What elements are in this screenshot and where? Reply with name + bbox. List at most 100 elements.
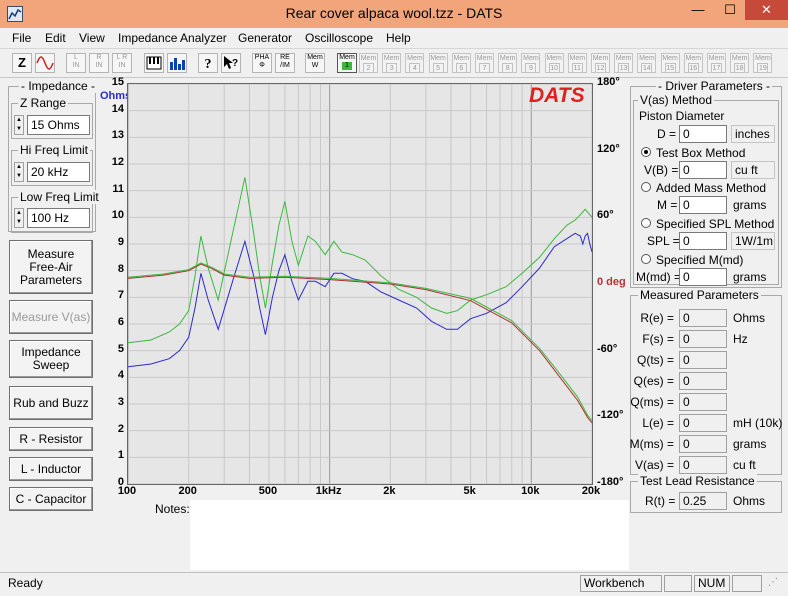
capacitor-button[interactable]: C - Capacitor	[9, 487, 93, 511]
resistor-button[interactable]: R - Resistor	[9, 427, 93, 451]
measure-free-air-button[interactable]: Measure Free-Air Parameters	[9, 240, 93, 294]
rt-field[interactable]: 0.25	[679, 492, 727, 510]
spl-field[interactable]: 0	[679, 232, 727, 250]
mem-slot-17-button[interactable]: Mem 17	[707, 53, 726, 73]
menu-oscilloscope[interactable]: Oscilloscope	[305, 31, 373, 45]
z-range-field[interactable]: 15 Ohms	[27, 115, 90, 135]
mmd-label: M(md) =	[636, 270, 681, 284]
mem-slot-14-button[interactable]: Mem 14	[637, 53, 657, 73]
menu-edit[interactable]: Edit	[45, 31, 66, 45]
notes-textarea[interactable]	[190, 500, 629, 570]
added-mass-label[interactable]: Added Mass Method	[656, 181, 766, 195]
z-range-spinner[interactable]: ▲ ▼	[14, 115, 24, 135]
mem-slot-7-button[interactable]: Mem 7	[475, 53, 494, 73]
test-box-radio[interactable]	[641, 147, 651, 157]
mmd-field[interactable]: 0	[679, 268, 727, 286]
specified-spl-radio[interactable]	[641, 218, 651, 228]
low-freq-field[interactable]: 100 Hz	[27, 208, 90, 228]
impedance-plot[interactable]	[127, 83, 593, 485]
impedance-mode-button[interactable]: Z	[12, 53, 32, 73]
svg-text:?: ?	[205, 57, 212, 72]
d-label: D =	[657, 127, 677, 141]
piano-button[interactable]	[144, 53, 164, 73]
minimize-button[interactable]: —	[683, 0, 713, 20]
svg-text:?: ?	[232, 58, 238, 69]
specified-mmd-radio[interactable]	[641, 254, 651, 264]
impedance-sweep-button[interactable]: Impedance Sweep	[9, 340, 93, 378]
mem-slot-6-button[interactable]: Mem 6	[451, 53, 471, 73]
measured-value-field[interactable]: 0	[679, 393, 727, 411]
mem-slot-8-button[interactable]: Mem 8	[498, 53, 518, 73]
x-tick-label: 200	[178, 485, 197, 497]
sine-wave-button[interactable]	[35, 53, 55, 73]
mem-w-button[interactable]: Mem W	[305, 53, 325, 73]
close-button[interactable]: ✕	[745, 0, 788, 20]
x-tick-label: 10k	[521, 485, 540, 497]
mem-slot-4-button[interactable]: Mem 4	[405, 53, 425, 73]
measured-value-field[interactable]: 0	[679, 351, 727, 369]
spl-unit[interactable]: 1W/1m	[731, 232, 775, 250]
measured-label: Q(ms) =	[630, 395, 674, 409]
bar-graph-button[interactable]	[167, 53, 187, 73]
right-in-button[interactable]: R IN	[89, 53, 109, 73]
mem-slot-19-button[interactable]: Mem 19	[753, 53, 773, 73]
mem-slot-10-button[interactable]: Mem 10	[544, 53, 564, 73]
hi-freq-spinner[interactable]: ▲ ▼	[14, 162, 24, 182]
mem-slot-18-button[interactable]: Mem 18	[730, 53, 750, 73]
y-tick-label: 7	[117, 289, 124, 302]
d-field[interactable]: 0	[679, 125, 727, 143]
menu-file[interactable]: File	[12, 31, 31, 45]
help-button[interactable]: ?	[198, 53, 218, 73]
x-tick-label: 20k	[581, 485, 601, 497]
rub-and-buzz-button[interactable]: Rub and Buzz	[9, 386, 93, 420]
hi-freq-field[interactable]: 20 kHz	[27, 162, 90, 182]
y-tick-label: 8	[117, 262, 124, 275]
d-unit[interactable]: inches	[731, 125, 775, 143]
low-freq-label: Low Freq Limit	[18, 190, 101, 204]
measured-value-field[interactable]: 0	[679, 456, 727, 474]
vb-unit[interactable]: cu ft	[731, 161, 775, 179]
menu-view[interactable]: View	[79, 31, 105, 45]
inductor-button[interactable]: L - Inductor	[9, 457, 93, 481]
context-help-button[interactable]: ?	[221, 53, 241, 73]
mem-slot-9-button[interactable]: Mem 9	[521, 53, 541, 73]
menu-generator[interactable]: Generator	[238, 31, 292, 45]
mem-1-button[interactable]: Mem 1	[337, 53, 357, 73]
rt-label: R(t) =	[645, 494, 676, 508]
measured-value-field[interactable]: 0	[679, 372, 727, 390]
phase-button[interactable]: PHA Φ	[252, 53, 272, 73]
mem-slot-13-button[interactable]: Mem 13	[614, 53, 634, 73]
real-imaginary-button[interactable]: RE/IM	[275, 53, 295, 73]
mem-slot-15-button[interactable]: Mem 15	[660, 53, 680, 73]
mem-slot-11-button[interactable]: Mem 11	[567, 53, 587, 73]
specified-mmd-label[interactable]: Specified M(md)	[656, 253, 743, 267]
left-right-in-button[interactable]: L R IN	[112, 53, 132, 73]
mem-slot-5-button[interactable]: Mem 5	[428, 53, 448, 73]
measured-value-field[interactable]: 0	[679, 330, 727, 348]
left-in-button[interactable]: L IN	[66, 53, 86, 73]
y-tick-label: 9	[117, 236, 124, 248]
mem-slot-2-button[interactable]: Mem 2	[359, 53, 378, 73]
menu-impedance-analyzer[interactable]: Impedance Analyzer	[118, 31, 227, 45]
x-tick-label: 1kHz	[315, 485, 342, 497]
measured-value-field[interactable]: 0	[679, 435, 727, 453]
resize-grip-icon[interactable]: ⋰	[768, 577, 778, 588]
mmd-unit: grams	[733, 270, 767, 284]
specified-spl-label[interactable]: Specified SPL Method	[656, 217, 774, 231]
mem-slot-3-button[interactable]: Mem 3	[382, 53, 402, 73]
measured-value-field[interactable]: 0	[679, 414, 727, 432]
test-box-label[interactable]: Test Box Method	[656, 146, 745, 160]
y-tick-label: 10	[111, 209, 124, 222]
low-freq-spinner[interactable]: ▲ ▼	[14, 208, 24, 228]
mem-slot-16-button[interactable]: Mem 16	[683, 53, 703, 73]
measure-vas-button[interactable]: Measure V(as)	[9, 300, 93, 334]
measured-value-field[interactable]: 0	[679, 309, 727, 327]
m-field[interactable]: 0	[679, 196, 727, 214]
measured-unit: mH (10k)	[733, 416, 783, 430]
mem-slot-12-button[interactable]: Mem 12	[591, 53, 610, 73]
maximize-button[interactable]: ☐	[715, 0, 745, 20]
vb-field[interactable]: 0	[679, 161, 727, 179]
status-num: NUM	[694, 575, 730, 592]
menu-help[interactable]: Help	[386, 31, 411, 45]
added-mass-radio[interactable]	[641, 182, 651, 192]
